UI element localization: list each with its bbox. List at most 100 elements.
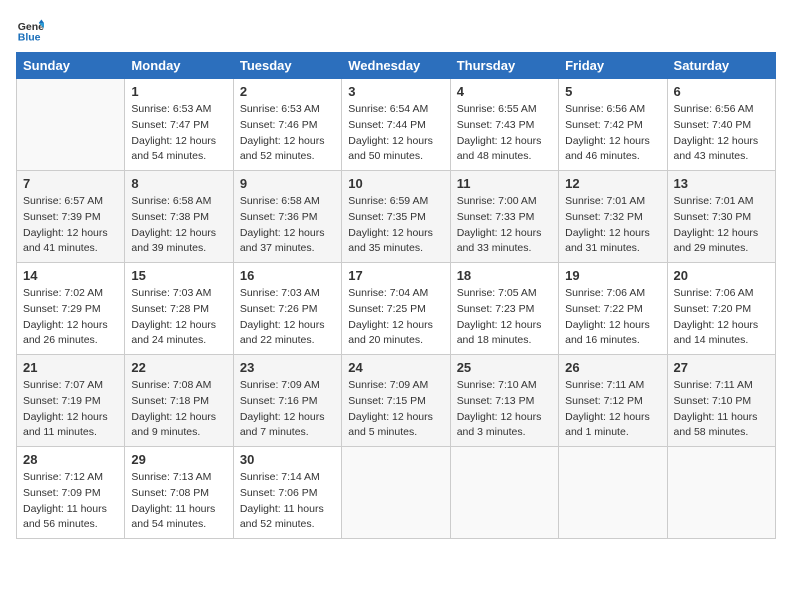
day-number: 16: [240, 268, 335, 283]
calendar-week-1: 1Sunrise: 6:53 AM Sunset: 7:47 PM Daylig…: [17, 79, 776, 171]
day-info: Sunrise: 7:03 AM Sunset: 7:28 PM Dayligh…: [131, 286, 226, 349]
day-info: Sunrise: 6:58 AM Sunset: 7:36 PM Dayligh…: [240, 194, 335, 257]
logo-icon: General Blue: [16, 16, 44, 44]
logo: General Blue: [16, 16, 48, 44]
day-number: 3: [348, 84, 443, 99]
calendar-cell: 10 Sunrise: 6:59 AM Sunset: 7:35 PM Dayli…: [342, 171, 450, 263]
calendar-cell: 7 Sunrise: 6:57 AM Sunset: 7:39 PM Daylig…: [17, 171, 125, 263]
calendar-cell: 8 Sunrise: 6:58 AM Sunset: 7:38 PM Daylig…: [125, 171, 233, 263]
calendar-cell: 25 Sunrise: 7:10 AM Sunset: 7:13 PM Dayli…: [450, 355, 558, 447]
calendar-cell: 27 Sunrise: 7:11 AM Sunset: 7:10 PM Dayli…: [667, 355, 775, 447]
day-number: 9: [240, 176, 335, 191]
calendar-cell: [667, 447, 775, 539]
calendar-week-5: 28Sunrise: 7:12 AM Sunset: 7:09 PM Dayli…: [17, 447, 776, 539]
day-info: Sunrise: 7:05 AM Sunset: 7:23 PM Dayligh…: [457, 286, 552, 349]
day-info: Sunrise: 7:11 AM Sunset: 7:10 PM Dayligh…: [674, 378, 769, 441]
calendar-cell: [17, 79, 125, 171]
calendar-cell: 1Sunrise: 6:53 AM Sunset: 7:47 PM Daylig…: [125, 79, 233, 171]
day-info: Sunrise: 7:04 AM Sunset: 7:25 PM Dayligh…: [348, 286, 443, 349]
day-info: Sunrise: 7:00 AM Sunset: 7:33 PM Dayligh…: [457, 194, 552, 257]
day-info: Sunrise: 6:54 AM Sunset: 7:44 PM Dayligh…: [348, 102, 443, 165]
day-number: 17: [348, 268, 443, 283]
calendar-cell: 28Sunrise: 7:12 AM Sunset: 7:09 PM Dayli…: [17, 447, 125, 539]
day-info: Sunrise: 6:56 AM Sunset: 7:42 PM Dayligh…: [565, 102, 660, 165]
calendar-cell: 17 Sunrise: 7:04 AM Sunset: 7:25 PM Dayli…: [342, 263, 450, 355]
day-info: Sunrise: 7:09 AM Sunset: 7:15 PM Dayligh…: [348, 378, 443, 441]
calendar-table: SundayMondayTuesdayWednesdayThursdayFrid…: [16, 52, 776, 539]
calendar-header-wednesday: Wednesday: [342, 53, 450, 79]
day-info: Sunrise: 7:08 AM Sunset: 7:18 PM Dayligh…: [131, 378, 226, 441]
calendar-cell: 22 Sunrise: 7:08 AM Sunset: 7:18 PM Dayli…: [125, 355, 233, 447]
day-number: 25: [457, 360, 552, 375]
day-info: Sunrise: 7:09 AM Sunset: 7:16 PM Dayligh…: [240, 378, 335, 441]
calendar-cell: 9 Sunrise: 6:58 AM Sunset: 7:36 PM Daylig…: [233, 171, 341, 263]
day-number: 14: [23, 268, 118, 283]
day-number: 11: [457, 176, 552, 191]
day-number: 2: [240, 84, 335, 99]
day-number: 13: [674, 176, 769, 191]
day-number: 1: [131, 84, 226, 99]
calendar-header-friday: Friday: [559, 53, 667, 79]
day-info: Sunrise: 7:06 AM Sunset: 7:22 PM Dayligh…: [565, 286, 660, 349]
day-info: Sunrise: 7:11 AM Sunset: 7:12 PM Dayligh…: [565, 378, 660, 441]
day-number: 20: [674, 268, 769, 283]
day-info: Sunrise: 7:02 AM Sunset: 7:29 PM Dayligh…: [23, 286, 118, 349]
calendar-body: 1Sunrise: 6:53 AM Sunset: 7:47 PM Daylig…: [17, 79, 776, 539]
day-info: Sunrise: 6:56 AM Sunset: 7:40 PM Dayligh…: [674, 102, 769, 165]
day-info: Sunrise: 6:55 AM Sunset: 7:43 PM Dayligh…: [457, 102, 552, 165]
calendar-cell: 6 Sunrise: 6:56 AM Sunset: 7:40 PM Daylig…: [667, 79, 775, 171]
day-info: Sunrise: 7:14 AM Sunset: 7:06 PM Dayligh…: [240, 470, 335, 533]
calendar-cell: 21 Sunrise: 7:07 AM Sunset: 7:19 PM Dayli…: [17, 355, 125, 447]
day-number: 24: [348, 360, 443, 375]
day-number: 21: [23, 360, 118, 375]
calendar-cell: [450, 447, 558, 539]
day-info: Sunrise: 6:59 AM Sunset: 7:35 PM Dayligh…: [348, 194, 443, 257]
day-info: Sunrise: 7:07 AM Sunset: 7:19 PM Dayligh…: [23, 378, 118, 441]
calendar-cell: 29 Sunrise: 7:13 AM Sunset: 7:08 PM Dayli…: [125, 447, 233, 539]
day-info: Sunrise: 6:53 AM Sunset: 7:46 PM Dayligh…: [240, 102, 335, 165]
page-header: General Blue: [16, 16, 776, 44]
calendar-header-monday: Monday: [125, 53, 233, 79]
day-number: 30: [240, 452, 335, 467]
day-info: Sunrise: 7:12 AM Sunset: 7:09 PM Dayligh…: [23, 470, 118, 533]
day-info: Sunrise: 6:57 AM Sunset: 7:39 PM Dayligh…: [23, 194, 118, 257]
day-info: Sunrise: 7:01 AM Sunset: 7:32 PM Dayligh…: [565, 194, 660, 257]
calendar-cell: [559, 447, 667, 539]
day-number: 7: [23, 176, 118, 191]
day-number: 4: [457, 84, 552, 99]
day-number: 8: [131, 176, 226, 191]
day-number: 22: [131, 360, 226, 375]
calendar-header-thursday: Thursday: [450, 53, 558, 79]
day-number: 10: [348, 176, 443, 191]
day-number: 19: [565, 268, 660, 283]
calendar-cell: 15 Sunrise: 7:03 AM Sunset: 7:28 PM Dayli…: [125, 263, 233, 355]
day-number: 15: [131, 268, 226, 283]
calendar-week-3: 14 Sunrise: 7:02 AM Sunset: 7:29 PM Dayli…: [17, 263, 776, 355]
day-info: Sunrise: 7:01 AM Sunset: 7:30 PM Dayligh…: [674, 194, 769, 257]
day-number: 29: [131, 452, 226, 467]
day-number: 26: [565, 360, 660, 375]
calendar-cell: 30 Sunrise: 7:14 AM Sunset: 7:06 PM Dayli…: [233, 447, 341, 539]
day-info: Sunrise: 6:58 AM Sunset: 7:38 PM Dayligh…: [131, 194, 226, 257]
calendar-cell: 3 Sunrise: 6:54 AM Sunset: 7:44 PM Daylig…: [342, 79, 450, 171]
day-number: 18: [457, 268, 552, 283]
day-number: 27: [674, 360, 769, 375]
day-number: 12: [565, 176, 660, 191]
calendar-header-sunday: Sunday: [17, 53, 125, 79]
day-info: Sunrise: 7:10 AM Sunset: 7:13 PM Dayligh…: [457, 378, 552, 441]
day-number: 6: [674, 84, 769, 99]
day-number: 5: [565, 84, 660, 99]
calendar-cell: 23Sunrise: 7:09 AM Sunset: 7:16 PM Dayli…: [233, 355, 341, 447]
calendar-cell: 19 Sunrise: 7:06 AM Sunset: 7:22 PM Dayli…: [559, 263, 667, 355]
calendar-cell: 24 Sunrise: 7:09 AM Sunset: 7:15 PM Dayli…: [342, 355, 450, 447]
calendar-cell: 16 Sunrise: 7:03 AM Sunset: 7:26 PM Dayli…: [233, 263, 341, 355]
calendar-cell: [342, 447, 450, 539]
calendar-header-tuesday: Tuesday: [233, 53, 341, 79]
day-info: Sunrise: 7:06 AM Sunset: 7:20 PM Dayligh…: [674, 286, 769, 349]
calendar-cell: 5 Sunrise: 6:56 AM Sunset: 7:42 PM Daylig…: [559, 79, 667, 171]
calendar-cell: 26 Sunrise: 7:11 AM Sunset: 7:12 PM Dayli…: [559, 355, 667, 447]
day-info: Sunrise: 7:13 AM Sunset: 7:08 PM Dayligh…: [131, 470, 226, 533]
day-info: Sunrise: 7:03 AM Sunset: 7:26 PM Dayligh…: [240, 286, 335, 349]
calendar-week-2: 7 Sunrise: 6:57 AM Sunset: 7:39 PM Daylig…: [17, 171, 776, 263]
calendar-cell: 20 Sunrise: 7:06 AM Sunset: 7:20 PM Dayli…: [667, 263, 775, 355]
